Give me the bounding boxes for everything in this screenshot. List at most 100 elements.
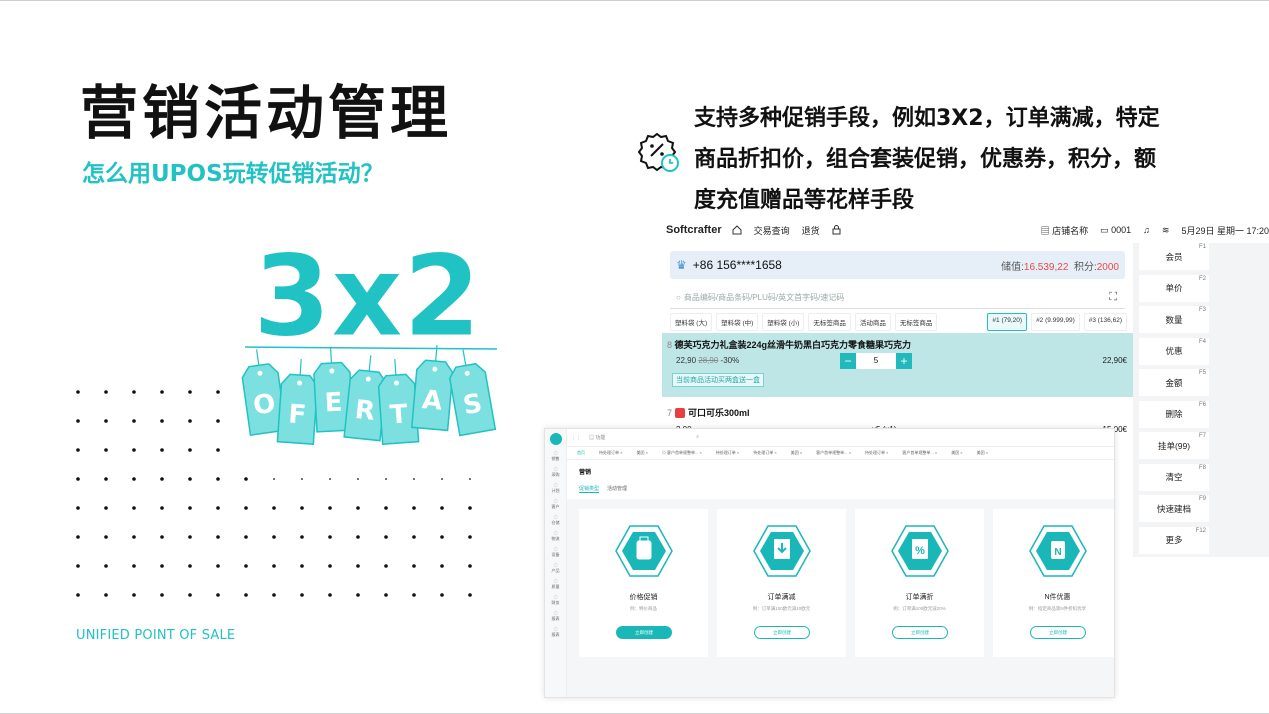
dot	[132, 448, 136, 452]
home-button[interactable]	[732, 225, 742, 235]
dot	[300, 593, 304, 597]
item-name: 7 可口可乐300ml	[667, 407, 750, 418]
dot	[356, 593, 360, 597]
nav-item[interactable]: ◌ 客户	[545, 498, 566, 509]
tab-promo-types[interactable]: 促销类型	[579, 485, 600, 493]
nav-item[interactable]: ◌ 质量	[545, 578, 566, 589]
dot	[132, 477, 136, 481]
store-name: ▤ 店铺名称	[1040, 225, 1089, 236]
nav-item[interactable]: ◌ 设备	[545, 546, 566, 557]
feature-description: 支持多种促销手段，例如3X2，订单满减，特定 商品折扣价，组合套装促销，优惠券，…	[694, 98, 1184, 221]
fkey-f3[interactable]: F3 数量	[1139, 306, 1209, 333]
fkey-f4[interactable]: F4 优惠	[1139, 337, 1209, 365]
nav-item[interactable]: ◌ 报表	[545, 626, 566, 637]
dot	[76, 448, 80, 452]
scan-icon[interactable]: ⛶	[1109, 291, 1117, 304]
create-button[interactable]: 立即创建	[754, 626, 810, 639]
scale-chip[interactable]: #2 (9.999,99)	[1031, 313, 1080, 331]
chip[interactable]: 塑料袋 (中)	[716, 313, 759, 331]
item-price: 22,90 28,90 -30%	[676, 356, 740, 365]
svg-text:%: %	[915, 545, 925, 557]
cart-item-selected[interactable]: 8 德芙巧克力礼盒装224g丝滑牛奶黑白巧克力零食糖果巧克力 22,90 28,…	[662, 333, 1133, 397]
desc-line-2: 商品折扣价，组合套装促销，优惠券，积分，额	[694, 147, 1157, 172]
admin-tab[interactable]: 美团 ×	[951, 450, 962, 456]
admin-tab[interactable]: 客户首单规整单... ×	[902, 450, 937, 456]
nav-item[interactable]: ◌ 采购	[545, 466, 566, 477]
card-desc: 例：特价商品	[630, 606, 657, 611]
dot	[216, 506, 220, 510]
nav-item[interactable]: ◌ 计划	[545, 482, 566, 493]
dot	[468, 506, 472, 510]
increase-button[interactable]: +	[896, 353, 912, 369]
promo-card[interactable]: 价格促销 例：特价商品 立即创建	[579, 509, 708, 657]
chip[interactable]: 无标签商品	[894, 313, 938, 331]
promo-card[interactable]: 订单满减 例：订单满100欧元减10欧元 立即创建	[717, 509, 846, 657]
dot	[160, 535, 164, 539]
nav-item[interactable]: ◌ 财务	[545, 594, 566, 605]
bell-icon[interactable]: ♫	[1143, 225, 1150, 235]
fkey-f6[interactable]: F6 删除	[1139, 400, 1209, 428]
fkey-f2[interactable]: F2 单价	[1139, 274, 1209, 302]
admin-tab[interactable]: 首页	[577, 450, 585, 456]
fkey-f9[interactable]: F9 快速建档	[1139, 495, 1209, 522]
admin-tab[interactable]: ⊙ 客户首单规整单... ×	[662, 450, 702, 456]
tag-letter: F	[287, 399, 307, 430]
tagline: UNIFIED POINT OF SALE	[76, 628, 236, 643]
decrease-button[interactable]: −	[840, 353, 856, 369]
fkey-f5[interactable]: F5 金额	[1139, 369, 1209, 396]
admin-tab[interactable]: 美团 ×	[977, 450, 988, 456]
admin-tab[interactable]: 美团 ×	[636, 450, 647, 456]
promo-card[interactable]: % 订单满折 例：订单满100欧元减20% 立即创建	[855, 509, 984, 657]
admin-tab[interactable]: 客户首单规整单... ×	[816, 450, 851, 456]
create-button[interactable]: 立即创建	[1030, 626, 1086, 639]
card-desc: 例：订单满100欧元减20%	[893, 606, 946, 611]
admin-tab[interactable]: 美团 ×	[791, 450, 802, 456]
tab-activity-management[interactable]: 活动管理	[607, 485, 627, 493]
promo-card[interactable]: N N件优惠 例：指定商品第N件折扣优享 立即创建	[993, 509, 1114, 657]
nav-item[interactable]: ◌ 仓储	[545, 514, 566, 525]
dot	[216, 419, 220, 423]
scale-chip[interactable]: #3 (136,62)	[1083, 313, 1127, 331]
lock-icon	[832, 225, 841, 235]
dot	[440, 564, 444, 568]
admin-tab[interactable]: 待处理订单 ×	[599, 450, 622, 456]
admin-tab[interactable]: 待处理订单 ×	[865, 450, 888, 456]
create-button[interactable]: 立即创建	[892, 626, 948, 639]
dot	[384, 564, 388, 568]
admin-tab[interactable]: 待处理订单 ×	[753, 450, 776, 456]
search-icon: ○	[676, 293, 681, 302]
oferta-tag: T	[377, 359, 420, 445]
fkey-f8[interactable]: F8 清空	[1139, 463, 1209, 491]
fkey-f12[interactable]: F12 更多	[1139, 526, 1209, 554]
scale-chip[interactable]: #1 (79,20)	[987, 313, 1028, 331]
dot	[104, 390, 108, 394]
download-doc-icon	[753, 525, 811, 577]
create-button[interactable]: 立即创建	[616, 626, 672, 639]
dot	[160, 477, 164, 481]
admin-tab[interactable]: 待处理订单 ×	[716, 450, 739, 456]
fkey-f1[interactable]: F1 会员	[1139, 243, 1209, 270]
apps-icon[interactable]: ⋮⋮	[571, 435, 581, 441]
dot	[356, 535, 360, 539]
nav-item[interactable]: ◌ 产品	[545, 562, 566, 573]
dot	[216, 593, 220, 597]
transaction-query-button[interactable]: 交易查询	[754, 224, 790, 237]
nav-item[interactable]: ◌ 报表	[545, 610, 566, 621]
chip[interactable]: 塑料袋 (大)	[670, 313, 713, 331]
dot	[76, 506, 80, 510]
lock-button[interactable]	[832, 225, 841, 235]
chip[interactable]: 无标签商品	[808, 313, 851, 331]
fkey-f7[interactable]: F7 挂单(99)	[1139, 432, 1209, 459]
nav-item[interactable]: ◌ 物流	[545, 530, 566, 541]
product-search-input[interactable]: ○ 商品编码/商品条码/PLU码/英文首字码/速记码 ⛶	[670, 287, 1125, 309]
chip[interactable]: 活动商品	[854, 313, 891, 331]
dot	[272, 564, 276, 568]
dot	[104, 506, 108, 510]
chip[interactable]: 塑料袋 (小)	[762, 313, 805, 331]
return-button[interactable]: 退货	[802, 224, 820, 237]
member-bar[interactable]: ♛ +86 156****1658 储值:16.539,22 积分:2000	[670, 251, 1125, 279]
dot	[76, 535, 80, 539]
nav-item[interactable]: ◌ 销售	[545, 450, 566, 461]
quantity-value[interactable]: 5	[856, 353, 896, 369]
admin-search-input[interactable]: ▤ 功能 ⌕	[589, 434, 699, 441]
